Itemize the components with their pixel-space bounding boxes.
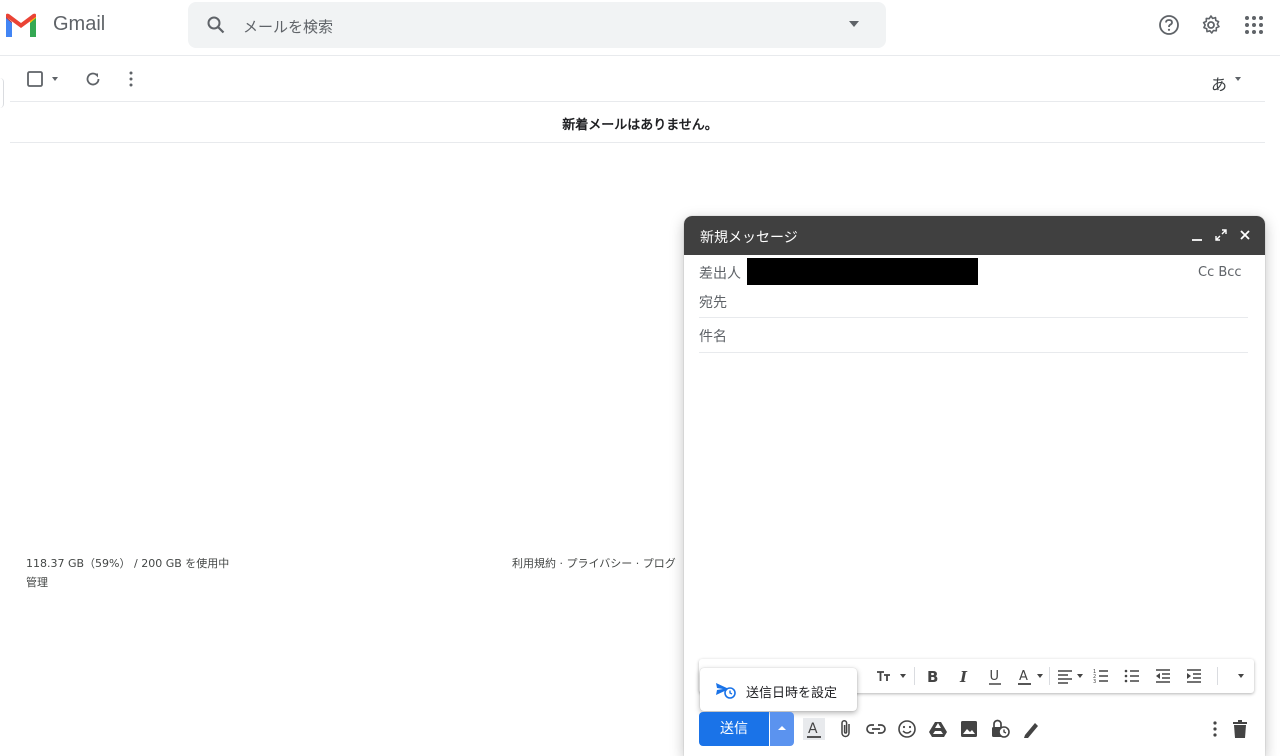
schedule-send-menu: 送信日時を設定	[700, 668, 857, 711]
svg-text:A: A	[808, 721, 818, 737]
text-color-caret-icon[interactable]	[1037, 674, 1043, 678]
search-input[interactable]: メールを検索	[243, 16, 333, 37]
schedule-send-icon	[716, 683, 736, 699]
emoji-icon[interactable]	[896, 718, 918, 740]
text-color-icon[interactable]: A	[1016, 667, 1034, 685]
subject-field-line	[699, 352, 1248, 353]
gmail-wordmark: Gmail	[53, 13, 106, 35]
send-options-button[interactable]	[770, 712, 794, 746]
discard-trash-icon[interactable]	[1229, 718, 1251, 740]
caret-up-icon	[778, 726, 786, 730]
svg-text:I: I	[959, 668, 968, 685]
photo-icon[interactable]	[958, 718, 980, 740]
to-field[interactable]: 宛先	[699, 292, 727, 312]
svg-text:A: A	[1019, 669, 1028, 684]
underline-icon[interactable]: U	[986, 667, 1004, 685]
formatting-options-icon[interactable]: A	[803, 718, 825, 740]
format-separator	[1217, 667, 1218, 685]
footer-links[interactable]: 利用規約 · プライバシー · プログ	[512, 555, 676, 571]
cc-bcc-link[interactable]: Cc Bcc	[1198, 265, 1242, 280]
to-field-line	[699, 317, 1248, 318]
gmail-m-icon	[6, 13, 36, 37]
compose-window: 新規メッセージ 差出人 Cc Bcc 宛先 件名 B I U A 1 2 3 送…	[684, 216, 1265, 756]
align-caret-icon[interactable]	[1077, 674, 1083, 678]
bold-icon[interactable]: B	[923, 667, 941, 685]
format-separator	[914, 667, 915, 685]
close-icon[interactable]	[1238, 228, 1252, 242]
indent-more-icon[interactable]	[1185, 667, 1203, 685]
side-panel-edge	[0, 78, 4, 108]
more-formatting-icon[interactable]	[1238, 674, 1244, 678]
subject-field[interactable]: 件名	[699, 326, 727, 346]
text-size-caret-icon[interactable]	[900, 674, 906, 678]
drive-icon[interactable]	[927, 718, 949, 740]
bulleted-list-icon[interactable]	[1123, 667, 1141, 685]
send-button[interactable]: 送信	[699, 712, 769, 746]
more-vert-icon[interactable]	[127, 70, 135, 88]
input-tools-button[interactable]: あ	[1211, 71, 1227, 95]
minimize-icon[interactable]	[1190, 228, 1204, 242]
from-label: 差出人	[699, 266, 741, 282]
select-checkbox-icon[interactable]	[27, 71, 43, 87]
text-size-icon[interactable]	[875, 667, 893, 685]
settings-gear-icon[interactable]	[1200, 14, 1222, 36]
format-separator	[1049, 667, 1050, 685]
more-options-icon[interactable]	[1204, 718, 1226, 740]
select-caret-down-icon[interactable]	[52, 77, 58, 81]
svg-text:B: B	[927, 668, 938, 685]
attach-icon[interactable]	[835, 718, 857, 740]
storage-usage: 118.37 GB（59%） / 200 GB を使用中	[26, 557, 230, 570]
manage-storage-link[interactable]: 管理	[26, 574, 48, 590]
apps-grid-icon[interactable]	[1243, 14, 1265, 36]
input-tools-caret-icon[interactable]	[1235, 77, 1241, 81]
from-address-redacted[interactable]	[747, 258, 978, 285]
schedule-send-option[interactable]: 送信日時を設定	[746, 682, 837, 701]
confidential-icon[interactable]	[989, 718, 1011, 740]
expand-icon[interactable]	[1214, 228, 1228, 242]
help-icon[interactable]	[1158, 14, 1180, 36]
list-divider	[10, 142, 1265, 143]
italic-icon[interactable]: I	[955, 667, 973, 685]
compose-title: 新規メッセージ	[700, 230, 798, 246]
header-divider	[0, 55, 1280, 56]
search-options-caret-icon[interactable]	[849, 21, 859, 27]
toolbar-divider	[10, 101, 1265, 102]
compose-header[interactable]: 新規メッセージ	[684, 216, 1265, 255]
align-icon[interactable]	[1056, 667, 1074, 685]
search-icon[interactable]	[206, 15, 226, 35]
signature-icon[interactable]	[1020, 718, 1042, 740]
indent-less-icon[interactable]	[1154, 667, 1172, 685]
svg-text:3: 3	[1093, 679, 1096, 685]
empty-inbox-message: 新着メールはありません。	[562, 118, 718, 133]
numbered-list-icon[interactable]: 1 2 3	[1092, 667, 1110, 685]
svg-text:U: U	[990, 669, 1000, 684]
link-icon[interactable]	[865, 718, 887, 740]
refresh-icon[interactable]	[85, 71, 101, 87]
